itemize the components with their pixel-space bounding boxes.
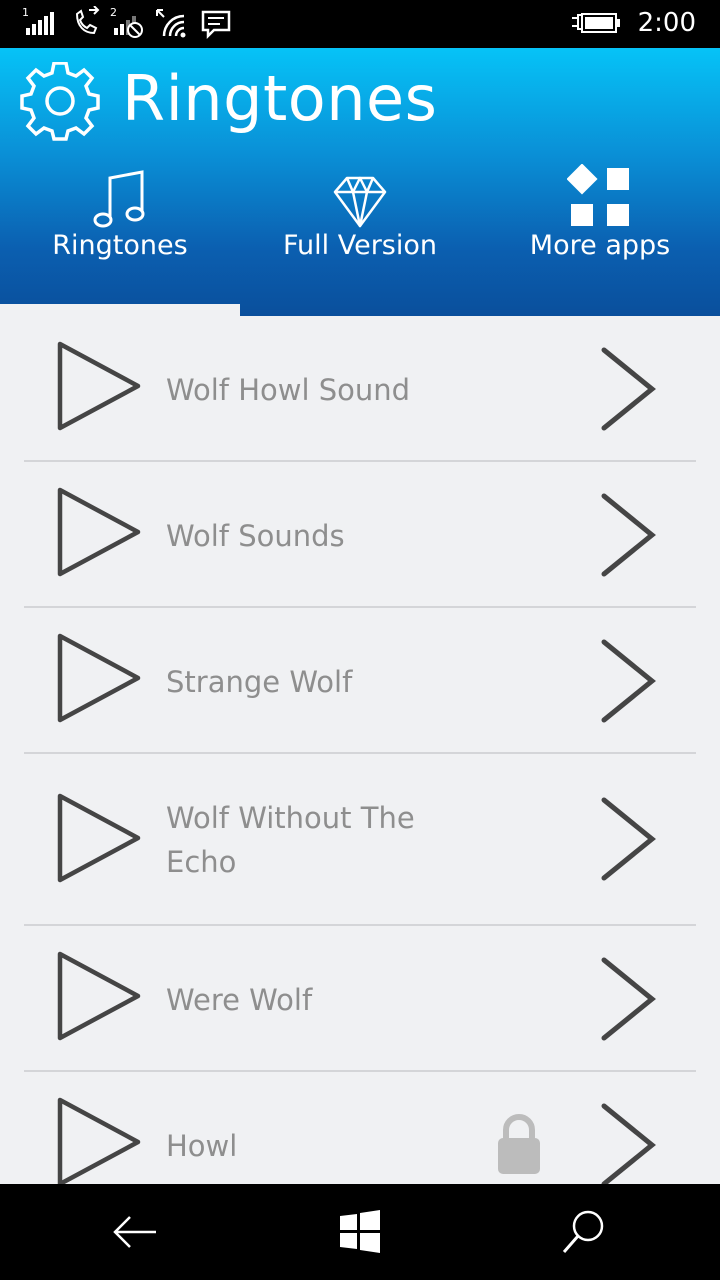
ringtone-name: Strange Wolf	[166, 665, 353, 699]
tab-ringtones[interactable]: Ringtones	[0, 160, 240, 300]
system-nav-bar	[0, 1184, 720, 1280]
search-icon[interactable]	[556, 1204, 612, 1260]
list-item[interactable]: Strange Wolf	[24, 608, 696, 754]
play-icon[interactable]	[54, 948, 144, 1044]
list-item[interactable]: Howl	[24, 1072, 696, 1184]
chevron-right-icon[interactable]	[596, 636, 660, 726]
call-forwarding-icon	[75, 6, 100, 35]
sim1-label: 1	[22, 6, 29, 19]
play-icon[interactable]	[54, 338, 144, 434]
play-icon[interactable]	[54, 484, 144, 580]
ringtone-name: Wolf Without The Echo	[166, 801, 415, 879]
music-note-icon	[93, 170, 145, 228]
ringtone-name: Howl	[166, 1129, 238, 1163]
ringtone-name: Were Wolf	[166, 983, 313, 1017]
tab-label: Full Version	[282, 230, 438, 261]
ringtone-list[interactable]: Wolf Howl Sound Wolf Sounds Strange Wolf…	[0, 316, 720, 1184]
tab-full-version[interactable]: Full Version	[240, 160, 480, 300]
wifi-icon	[156, 9, 186, 38]
app-header: Ringtones Ringtones Full Version More ap…	[0, 48, 720, 316]
chevron-right-icon[interactable]	[596, 794, 660, 884]
status-bar: 1 2 2:00	[0, 0, 720, 48]
chevron-right-icon[interactable]	[596, 490, 660, 580]
chevron-right-icon[interactable]	[596, 344, 660, 434]
ringtone-name: Wolf Sounds	[166, 519, 345, 553]
sim2-label: 2	[110, 6, 117, 19]
list-item[interactable]: Wolf Without The Echo	[24, 754, 696, 926]
lock-icon	[498, 1114, 540, 1174]
signal-sim2-no-data-icon: 2	[110, 6, 143, 38]
chevron-right-icon[interactable]	[596, 954, 660, 1044]
apps-grid-icon	[567, 164, 629, 226]
play-icon[interactable]	[54, 1094, 144, 1184]
back-icon[interactable]	[108, 1204, 164, 1260]
message-icon	[201, 10, 231, 40]
list-item[interactable]: Wolf Sounds	[24, 462, 696, 608]
selected-tab-indicator	[0, 304, 240, 316]
app-title: Ringtones	[122, 62, 438, 135]
battery-charging-icon	[572, 13, 620, 33]
signal-sim1-icon: 1	[22, 6, 54, 35]
status-time: 2:00	[637, 8, 696, 38]
chevron-right-icon[interactable]	[596, 1100, 660, 1184]
list-item[interactable]: Wolf Howl Sound	[24, 316, 696, 462]
list-item[interactable]: Were Wolf	[24, 926, 696, 1072]
gear-icon[interactable]	[20, 62, 100, 142]
play-icon[interactable]	[54, 630, 144, 726]
tab-more-apps[interactable]: More apps	[480, 160, 720, 300]
tab-label: Ringtones	[52, 230, 188, 261]
windows-start-icon[interactable]	[332, 1204, 388, 1260]
ringtone-name: Wolf Howl Sound	[166, 373, 411, 407]
diamond-icon	[333, 176, 387, 228]
play-icon[interactable]	[54, 790, 144, 886]
tab-label: More apps	[529, 230, 671, 261]
